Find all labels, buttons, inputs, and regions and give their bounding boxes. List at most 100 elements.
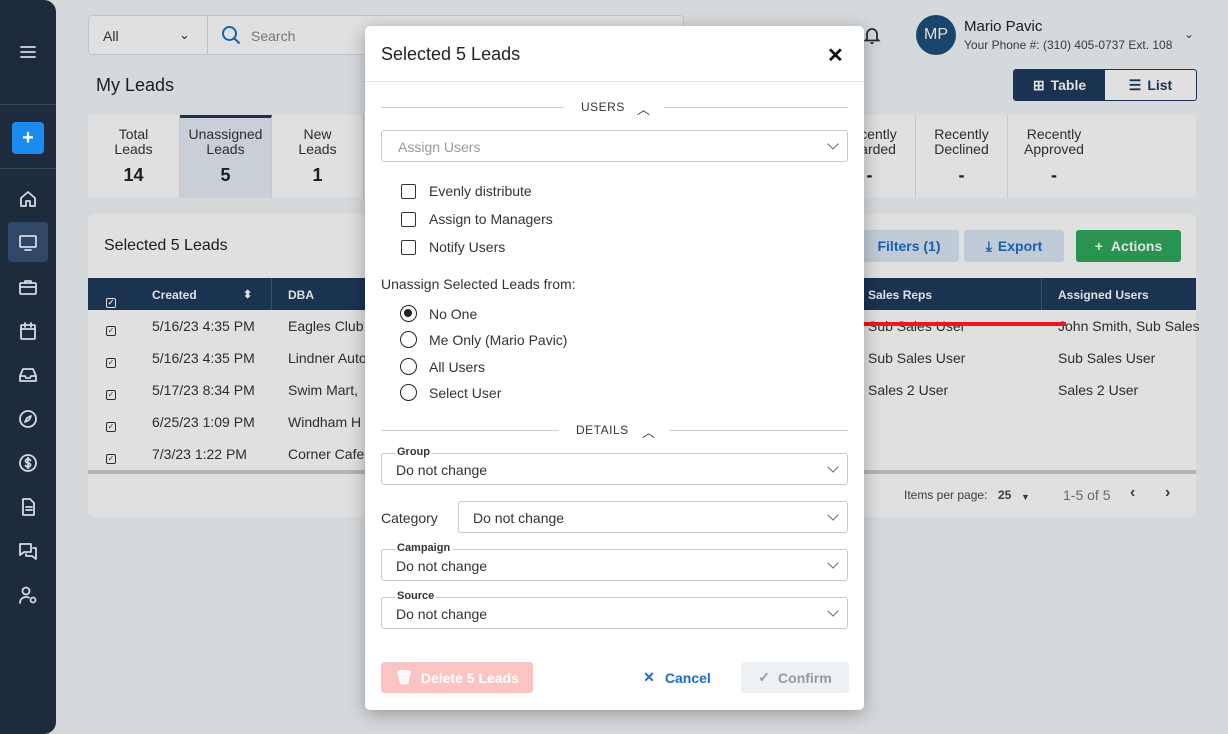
stat-recently-declined[interactable]: Recently Declined - <box>916 115 1008 198</box>
details-section-header[interactable]: DETAILS ︿ <box>381 422 848 441</box>
actions-button[interactable]: + Actions <box>1076 230 1181 262</box>
column-divider <box>271 278 272 310</box>
category-select[interactable]: Do not change <box>458 501 848 533</box>
items-per-page-select[interactable]: 25 <box>998 488 1011 502</box>
column-assigned-users[interactable]: Assigned Users <box>1058 288 1149 302</box>
chat-icon[interactable] <box>14 537 42 565</box>
avatar[interactable]: MP <box>916 15 956 55</box>
filters-button[interactable]: Filters (1) <box>859 230 959 262</box>
radio-select-user[interactable]: Select User <box>400 384 501 401</box>
column-dba[interactable]: DBA <box>288 288 314 302</box>
assign-users-select[interactable]: Assign Users <box>381 130 848 162</box>
radio-label: All Users <box>429 358 486 375</box>
chevron-down-icon[interactable]: ⌄ <box>179 27 190 43</box>
delete-leads-button[interactable]: 🗑 Delete 5 Leads <box>381 662 533 693</box>
sort-icon[interactable]: ⬍ <box>243 288 252 301</box>
radio-all-users[interactable]: All Users <box>400 358 485 375</box>
caret-down-icon[interactable]: ▼ <box>1021 492 1030 502</box>
cell-dba: Lindner Auto <box>288 350 367 366</box>
radio-button[interactable] <box>400 331 417 348</box>
monitor-icon[interactable] <box>14 229 42 257</box>
search-icon <box>222 26 241 45</box>
check-icon: ✓ <box>758 669 771 685</box>
close-icon: ✕ <box>643 669 655 685</box>
stat-unassigned-leads[interactable]: Unassigned Leads 5 <box>180 115 272 198</box>
assign-users-placeholder: Assign Users <box>398 139 481 155</box>
checkbox-box[interactable] <box>401 239 416 255</box>
notify-users-checkbox[interactable]: Notify Users <box>401 239 505 255</box>
chevron-right-icon[interactable]: › <box>1165 484 1170 502</box>
add-button[interactable]: + <box>12 122 44 154</box>
cell-assigned-users: John Smith, Sub Sales <box>1058 318 1200 334</box>
search-divider <box>207 16 208 54</box>
checkbox-box[interactable] <box>401 211 416 227</box>
tab-list[interactable]: ☰ List <box>1105 70 1196 100</box>
radio-button[interactable] <box>400 358 417 375</box>
radio-button-selected[interactable] <box>400 305 417 322</box>
radio-me-only[interactable]: Me Only (Mario Pavic) <box>400 331 567 348</box>
source-select[interactable]: Source Do not change <box>381 590 848 629</box>
evenly-distribute-checkbox[interactable]: Evenly distribute <box>401 183 532 199</box>
home-icon[interactable] <box>14 185 42 213</box>
export-button[interactable]: ⤓ Export <box>964 230 1064 262</box>
table-icon: ⊞ <box>1032 76 1045 93</box>
user-name: Mario Pavic <box>964 18 1043 35</box>
stat-recently-approved[interactable]: Recently Approved - <box>1008 115 1100 198</box>
search-scope-select[interactable]: All <box>103 28 119 44</box>
campaign-value: Do not change <box>396 558 488 574</box>
cancel-button[interactable]: ✕ Cancel <box>638 662 716 693</box>
radio-label: Me Only (Mario Pavic) <box>429 331 568 348</box>
radio-button[interactable] <box>400 384 417 401</box>
chevron-down-icon[interactable]: ⌄ <box>1184 27 1194 41</box>
stat-label: Unassigned <box>188 126 263 142</box>
chevron-down-icon <box>827 557 839 569</box>
export-label: Export <box>997 238 1043 254</box>
chevron-down-icon <box>827 138 839 150</box>
chevron-left-icon[interactable]: ‹ <box>1130 484 1135 502</box>
assign-managers-checkbox[interactable]: Assign to Managers <box>401 211 553 227</box>
user-settings-icon[interactable] <box>14 581 42 609</box>
cell-created: 5/16/23 4:35 PM <box>152 318 255 334</box>
chevron-down-icon <box>827 509 839 521</box>
close-icon[interactable]: ✕ <box>827 43 844 68</box>
group-select[interactable]: Group Do not change <box>381 446 848 485</box>
briefcase-icon[interactable] <box>14 273 42 301</box>
compass-icon[interactable] <box>14 405 42 433</box>
menu-icon[interactable] <box>14 38 42 66</box>
stat-new-leads[interactable]: New Leads 1 <box>272 115 364 198</box>
tab-table[interactable]: ⊞ Table <box>1014 70 1105 100</box>
confirm-label: Confirm <box>778 669 832 686</box>
stat-total-leads[interactable]: Total Leads 14 <box>88 115 180 198</box>
calendar-icon[interactable] <box>14 317 42 345</box>
cell-dba: Swim Mart, <box>288 382 358 398</box>
cell-assigned-users: Sub Sales User <box>1058 350 1156 366</box>
group-label: Group <box>395 446 432 458</box>
section-line <box>381 107 564 108</box>
confirm-button[interactable]: ✓ Confirm <box>741 662 849 693</box>
stat-value: 14 <box>123 165 144 185</box>
checkbox-box[interactable] <box>401 183 416 199</box>
sidebar: + <box>0 0 56 734</box>
cell-created: 5/17/23 8:34 PM <box>152 382 255 398</box>
users-section-header[interactable]: USERS ︿ <box>381 99 848 118</box>
unassign-label: Unassign Selected Leads from: <box>381 276 576 292</box>
cell-dba: Windham H <box>288 414 362 430</box>
chevron-up-icon[interactable]: ︿ <box>642 422 655 441</box>
user-phone: Your Phone #: (310) 405-0737 Ext. 108 <box>964 38 1173 52</box>
section-line <box>381 430 559 431</box>
column-created[interactable]: Created <box>152 288 197 302</box>
chevron-up-icon[interactable]: ︿ <box>637 99 650 118</box>
annotation-arrow <box>830 316 1066 332</box>
document-icon[interactable] <box>14 493 42 521</box>
stat-value: - <box>1051 165 1057 185</box>
search-input[interactable]: Search <box>251 28 295 44</box>
dollar-icon[interactable] <box>14 449 42 477</box>
inbox-icon[interactable] <box>14 361 42 389</box>
bell-icon[interactable] <box>862 25 882 45</box>
campaign-select[interactable]: Campaign Do not change <box>381 542 848 581</box>
selected-leads-dialog: Selected 5 Leads ✕ USERS ︿ Assign Users … <box>365 26 864 710</box>
checkbox-label: Assign to Managers <box>429 211 553 227</box>
column-sales-reps[interactable]: Sales Reps <box>868 288 932 302</box>
radio-no-one[interactable]: No One <box>400 305 477 322</box>
tab-list-label: List <box>1147 77 1173 93</box>
